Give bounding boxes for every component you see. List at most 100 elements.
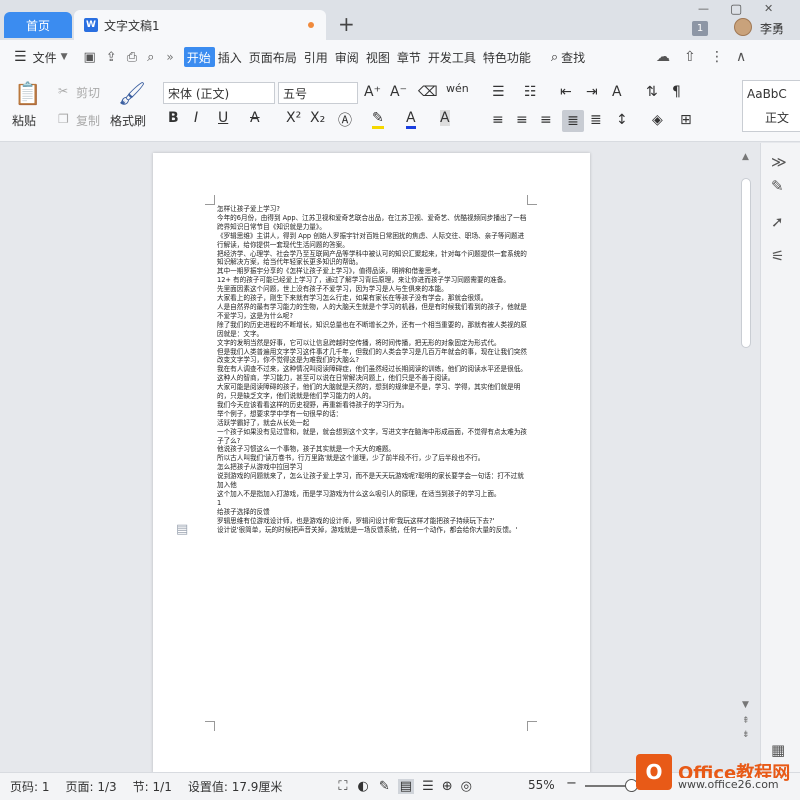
grow-font-icon[interactable]: A⁺ <box>364 84 381 100</box>
bullet-list-icon[interactable]: ☰ <box>492 84 505 100</box>
export-icon[interactable]: ⇪ <box>106 50 117 65</box>
paste-icon[interactable]: 📋 <box>14 82 41 107</box>
read-mode-icon[interactable]: ◎ <box>461 779 472 794</box>
new-tab-button[interactable]: + <box>338 12 355 36</box>
tab-page-layout[interactable]: 页面布局 <box>246 47 301 67</box>
maximize-icon[interactable]: ▢ <box>730 2 742 17</box>
office-logo-icon: O <box>636 754 672 790</box>
font-color-icon[interactable]: A <box>406 110 416 129</box>
text-direction-icon[interactable]: A <box>612 84 622 100</box>
minimize-icon[interactable]: — <box>698 2 709 15</box>
vertical-scrollbar[interactable] <box>741 178 751 348</box>
tab-chapter[interactable]: 章节 <box>394 47 425 67</box>
search-icon[interactable]: ⌕ <box>551 50 558 65</box>
font-size-select[interactable]: 五号 <box>278 82 358 104</box>
cloud-icon[interactable]: ☁ <box>656 49 670 65</box>
align-center-icon[interactable]: ≡ <box>516 112 528 128</box>
paragraph-handle-icon[interactable]: ▤ <box>176 522 188 537</box>
align-right-icon[interactable]: ≡ <box>540 112 552 128</box>
page-view-icon[interactable]: ▤ <box>397 779 415 794</box>
preview-icon[interactable]: ⌕ <box>147 50 154 65</box>
scroll-down-icon[interactable]: ▼ <box>742 700 749 710</box>
pen-icon[interactable]: ✎ <box>771 177 784 195</box>
font-family-select[interactable]: 宋体 (正文) <box>163 82 275 104</box>
page-count[interactable]: 页面: 1/3 <box>66 778 117 795</box>
document-page[interactable]: 怎样让孩子爱上学习? 今年的6月份，由得到 App、江苏卫视和爱奇艺联合出品，在… <box>153 153 590 773</box>
clear-format-icon[interactable]: ⌫ <box>418 84 438 100</box>
collapse-panel-icon[interactable]: ≫ <box>771 153 787 171</box>
prev-page-icon[interactable]: ⇞ <box>742 716 750 726</box>
shrink-font-icon[interactable]: A⁻ <box>390 84 407 100</box>
tab-home[interactable]: 首页 <box>4 12 72 38</box>
save-icon[interactable]: ▣ <box>84 50 96 65</box>
number-list-icon[interactable]: ☷ <box>524 84 537 100</box>
sort-icon[interactable]: ⇅ <box>646 84 658 100</box>
justify-icon[interactable]: ≣ <box>562 110 584 132</box>
copy-button[interactable]: 复制 <box>76 112 100 129</box>
tab-start[interactable]: 开始 <box>183 47 215 67</box>
border-icon[interactable]: ⊞ <box>680 112 692 128</box>
text-effect-icon[interactable]: Ⓐ <box>338 110 352 130</box>
tab-developer[interactable]: 开发工具 <box>425 47 480 67</box>
phonetic-icon[interactable]: wén <box>446 82 469 95</box>
select-cursor-icon[interactable]: ➚ <box>771 213 784 231</box>
more-quick-icon[interactable]: » <box>166 50 173 64</box>
fullscreen-icon[interactable]: ⛶ <box>338 779 347 794</box>
tab-insert[interactable]: 插入 <box>215 47 246 67</box>
user-name[interactable]: 李勇 <box>760 20 784 37</box>
tab-view[interactable]: 视图 <box>363 47 394 67</box>
decrease-indent-icon[interactable]: ⇤ <box>560 84 572 100</box>
show-marks-icon[interactable]: ¶ <box>672 84 681 100</box>
section-count[interactable]: 节: 1/1 <box>133 778 172 795</box>
collapse-icon[interactable]: ∧ <box>736 49 746 65</box>
subscript-icon[interactable]: X₂ <box>310 110 325 126</box>
increase-indent-icon[interactable]: ⇥ <box>586 84 598 100</box>
distribute-icon[interactable]: ≣ <box>590 112 602 128</box>
style-gallery[interactable]: AaBbC 正文 <box>742 80 800 132</box>
share-icon[interactable]: ⇧ <box>684 49 696 65</box>
highlight-icon[interactable]: ✎ <box>372 110 384 129</box>
avatar[interactable] <box>734 18 752 36</box>
format-painter-icon[interactable]: 🖌 <box>118 82 146 107</box>
settings-sliders-icon[interactable]: ⚟ <box>771 247 784 265</box>
line-spacing-icon[interactable]: ↕ <box>616 112 628 128</box>
setting-value[interactable]: 设置值: 17.9厘米 <box>188 778 283 795</box>
superscript-icon[interactable]: X² <box>286 110 301 126</box>
align-left-icon[interactable]: ≡ <box>492 112 504 128</box>
print-icon[interactable]: ⎙ <box>127 50 137 65</box>
format-painter-button[interactable]: 格式刷 <box>110 112 146 129</box>
document-body-text[interactable]: 怎样让孩子爱上学习? 今年的6月份，由得到 App、江苏卫视和爱奇艺联合出品，在… <box>217 205 527 535</box>
paste-button[interactable]: 粘贴 <box>12 112 36 129</box>
pen-mode-icon[interactable]: ✎ <box>379 779 390 794</box>
brand-url: www.office26.com <box>678 778 779 791</box>
cut-icon[interactable]: ✂ <box>58 84 68 98</box>
more-icon[interactable]: ⋮ <box>710 49 724 65</box>
eye-protect-icon[interactable]: ◐ <box>358 779 369 794</box>
italic-icon[interactable]: I <box>194 110 198 126</box>
tab-review[interactable]: 审阅 <box>332 47 363 67</box>
file-menu[interactable]: 文件 <box>33 49 57 66</box>
next-page-icon[interactable]: ⇟ <box>742 730 750 740</box>
window-count-badge[interactable]: 1 <box>692 21 708 36</box>
tab-document[interactable]: W 文字文稿1 <box>74 10 326 40</box>
tab-reference[interactable]: 引用 <box>301 47 332 67</box>
search-label[interactable]: 查找 <box>561 49 585 66</box>
hamburger-icon[interactable]: ☰ <box>14 49 27 65</box>
close-icon[interactable]: ✕ <box>764 2 773 15</box>
web-view-icon[interactable]: ⊕ <box>442 779 453 794</box>
scroll-up-icon[interactable]: ▲ <box>742 152 749 162</box>
shading-icon[interactable]: ◈ <box>652 112 663 128</box>
copy-icon[interactable]: ❐ <box>58 112 69 126</box>
bold-icon[interactable]: B <box>168 110 179 126</box>
char-shading-icon[interactable]: A <box>440 110 450 126</box>
outline-view-icon[interactable]: ☰ <box>422 779 434 794</box>
chevron-down-icon[interactable]: ▼ <box>61 52 68 62</box>
cut-button[interactable]: 剪切 <box>76 84 100 101</box>
margin-corner-mark <box>205 195 215 205</box>
zoom-level[interactable]: 55% <box>528 778 555 792</box>
underline-icon[interactable]: U <box>218 110 228 126</box>
strikethrough-icon[interactable]: A <box>250 110 260 126</box>
page-number[interactable]: 页码: 1 <box>10 778 50 795</box>
tab-features[interactable]: 特色功能 <box>480 47 535 67</box>
zoom-out-icon[interactable]: − <box>566 776 577 791</box>
